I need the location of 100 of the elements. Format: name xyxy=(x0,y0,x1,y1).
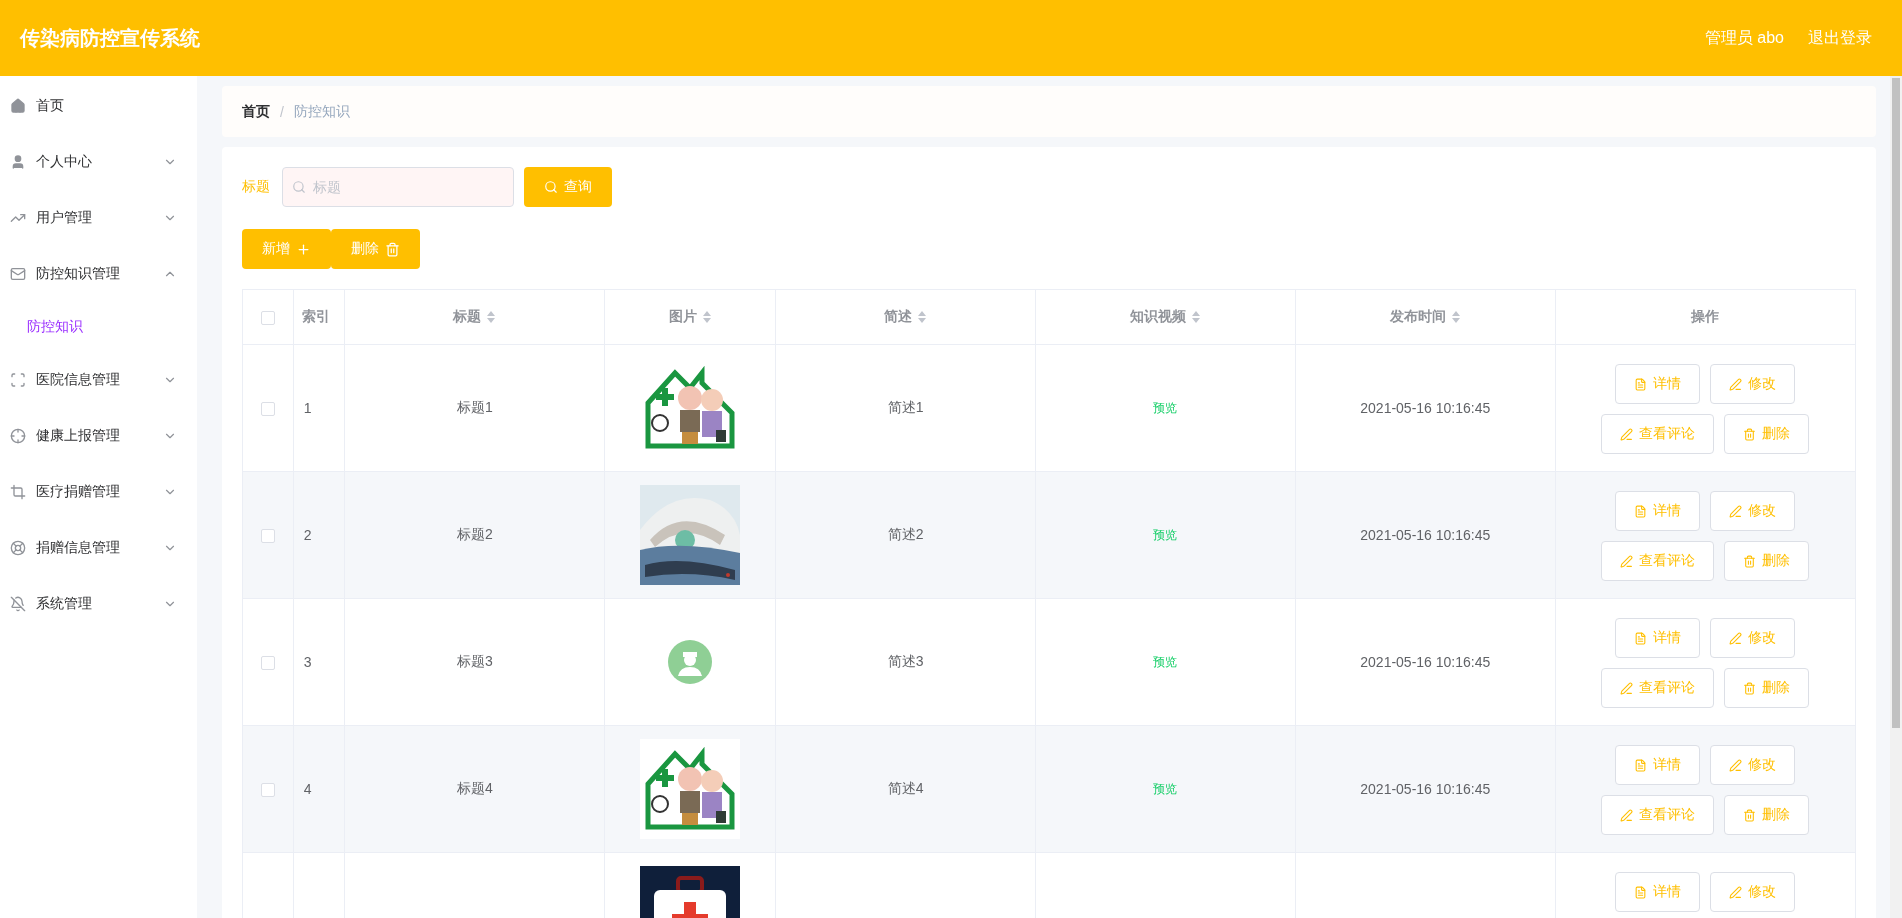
pen-icon xyxy=(1729,377,1743,391)
checkbox[interactable] xyxy=(260,529,275,544)
trash-icon xyxy=(385,241,400,257)
menu-label: 防控知识管理 xyxy=(36,265,121,283)
menu-label: 医院信息管理 xyxy=(36,371,121,389)
column-header: 索引 xyxy=(301,308,330,326)
column-header[interactable]: 标题 xyxy=(453,308,482,326)
sort-icon[interactable] xyxy=(918,311,927,323)
mail-icon xyxy=(10,266,26,282)
table-cell: 3 xyxy=(303,654,312,670)
menu-label: 捐赠信息管理 xyxy=(36,539,121,557)
pen-icon xyxy=(1620,554,1634,568)
search-icon xyxy=(544,180,558,194)
menu-label: 个人中心 xyxy=(36,153,93,171)
document-icon xyxy=(1634,885,1648,899)
menu-label: 健康上报管理 xyxy=(36,427,121,445)
row-action-button[interactable]: 详情 xyxy=(1615,745,1701,785)
user-name: 管理员 abo xyxy=(1704,27,1784,48)
sort-icon[interactable] xyxy=(1451,311,1460,323)
row-action-button[interactable]: 查看评论 xyxy=(1601,795,1715,835)
row-action-button[interactable]: 修改 xyxy=(1710,618,1796,658)
document-icon xyxy=(1634,631,1648,645)
trash-icon xyxy=(1743,427,1757,441)
column-header: 操作 xyxy=(1690,308,1719,326)
table-cell: 简述2 xyxy=(887,526,924,542)
submenu-item[interactable]: 防控知识 xyxy=(0,302,197,352)
crosshair-icon xyxy=(10,428,26,444)
column-header[interactable]: 知识视频 xyxy=(1129,308,1186,326)
preview-link[interactable]: 预览 xyxy=(1153,528,1178,542)
row-action-button[interactable]: 查看评论 xyxy=(1601,541,1715,581)
row-action-button[interactable]: 删除 xyxy=(1724,414,1810,454)
pen-icon xyxy=(1620,427,1634,441)
pen-icon xyxy=(1620,681,1634,695)
preview-link[interactable]: 预览 xyxy=(1153,782,1178,796)
document-icon xyxy=(1634,504,1648,518)
column-header[interactable]: 图片 xyxy=(668,308,697,326)
pen-icon xyxy=(1729,504,1743,518)
breadcrumb-item[interactable]: 首页 xyxy=(242,102,270,121)
pen-icon xyxy=(1729,885,1743,899)
person-icon xyxy=(10,154,26,170)
table-cell: 标题4 xyxy=(457,780,493,796)
row-action-button[interactable]: 修改 xyxy=(1710,491,1796,531)
trash-icon xyxy=(1743,554,1757,568)
sort-icon[interactable] xyxy=(1191,311,1200,323)
table-cell: 2021-05-16 10:16:45 xyxy=(1360,781,1491,797)
menu-label: 系统管理 xyxy=(36,595,93,613)
field-label: 标题 xyxy=(242,178,270,196)
column-header[interactable]: 发布时间 xyxy=(1389,308,1446,326)
preview-link[interactable]: 预览 xyxy=(1153,655,1178,669)
doctor-icon xyxy=(668,640,713,684)
menu-item[interactable]: 用户管理 xyxy=(0,190,197,246)
row-action-button[interactable]: 查看评论 xyxy=(1601,414,1715,454)
document-icon xyxy=(1634,377,1648,391)
preview-link[interactable]: 预览 xyxy=(1153,401,1178,415)
menu-item[interactable]: 首页 xyxy=(0,78,197,134)
trash-icon xyxy=(1743,681,1757,695)
sort-icon[interactable] xyxy=(702,311,711,323)
menu-item[interactable]: 捐赠信息管理 xyxy=(0,520,197,576)
row-action-button[interactable]: 详情 xyxy=(1615,618,1701,658)
row-action-button[interactable]: 修改 xyxy=(1710,745,1796,785)
checkbox[interactable] xyxy=(260,783,275,798)
menu-item[interactable]: 医疗捐赠管理 xyxy=(0,464,197,520)
menu-item[interactable]: 医院信息管理 xyxy=(0,352,197,408)
table-cell: 简述4 xyxy=(887,780,924,796)
breadcrumb-item[interactable]: 防控知识 xyxy=(293,102,350,121)
table-cell: 4 xyxy=(303,781,312,797)
menu-item[interactable]: 健康上报管理 xyxy=(0,408,197,464)
sort-icon[interactable] xyxy=(487,311,496,323)
row-action-button[interactable]: 详情 xyxy=(1615,364,1701,404)
search-button[interactable]: 查询 xyxy=(524,167,612,207)
checkbox[interactable] xyxy=(260,311,275,326)
menu-item[interactable]: 系统管理 xyxy=(0,576,197,632)
menu-item[interactable]: 个人中心 xyxy=(0,134,197,190)
crop-icon xyxy=(10,484,26,500)
menu-item[interactable]: 防控知识管理 xyxy=(0,246,197,302)
lifebuoy-icon xyxy=(10,540,26,556)
row-action-button[interactable]: 修改 xyxy=(1710,872,1796,912)
column-header[interactable]: 简述 xyxy=(884,308,913,326)
row-action-button[interactable]: 删除 xyxy=(1724,795,1810,835)
row-action-button[interactable]: 删除 xyxy=(1724,668,1810,708)
breadcrumb-separator: / xyxy=(280,103,284,120)
action-button[interactable]: 新增 xyxy=(242,229,331,269)
table-cell: 标题1 xyxy=(457,399,493,415)
row-action-button[interactable]: 详情 xyxy=(1615,872,1701,912)
scrollbar-thumb[interactable] xyxy=(1892,78,1900,728)
row-action-button[interactable]: 修改 xyxy=(1710,364,1796,404)
action-button[interactable]: 删除 xyxy=(331,229,420,269)
plus-icon xyxy=(296,241,311,257)
row-action-button[interactable]: 详情 xyxy=(1615,491,1701,531)
table-cell: 简述3 xyxy=(887,653,924,669)
search-field[interactable]: 标题 xyxy=(282,167,514,207)
table-cell: 1 xyxy=(303,400,312,416)
frame-icon xyxy=(10,372,26,388)
table-cell: 2021-05-16 10:16:45 xyxy=(1360,400,1491,416)
checkbox[interactable] xyxy=(260,656,275,671)
logout-link[interactable]: 退出登录 xyxy=(1808,27,1872,49)
row-action-button[interactable]: 查看评论 xyxy=(1601,668,1715,708)
checkbox[interactable] xyxy=(260,402,275,417)
row-action-button[interactable]: 删除 xyxy=(1724,541,1810,581)
trash-icon xyxy=(1743,808,1757,822)
